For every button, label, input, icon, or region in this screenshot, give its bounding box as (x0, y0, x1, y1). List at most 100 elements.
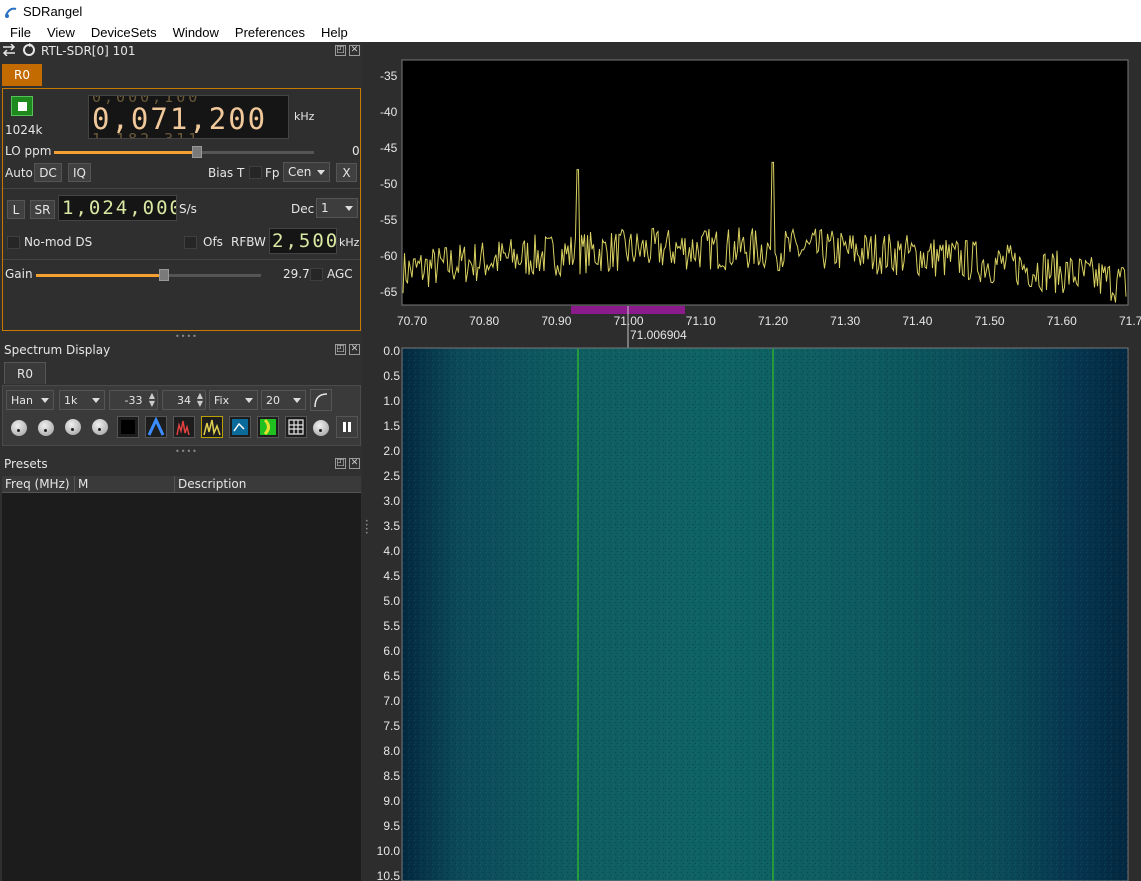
waterfall-noise (402, 348, 1128, 881)
rfbw-unit: kHz (339, 236, 360, 249)
close-icon[interactable]: ✕ (349, 458, 360, 469)
waterfall-toggle-icon[interactable] (229, 416, 251, 438)
x-tick-label: 70.70 (397, 314, 427, 328)
spectrum-y-axis: -35 -40 -45 -50 -55 -60 -65 (380, 69, 398, 299)
averaging-mode-select[interactable]: Fix (209, 390, 258, 410)
curve-icon[interactable] (310, 389, 332, 411)
column-header-description[interactable]: Description (175, 476, 361, 493)
offset-tuning-checkbox[interactable] (184, 236, 197, 249)
bias-t-checkbox[interactable] (249, 166, 262, 179)
splitter-handle[interactable]: •••• (175, 332, 198, 341)
grid-intensity-knob-icon[interactable] (313, 420, 329, 436)
dc-correction-button[interactable]: DC (34, 163, 62, 182)
transverter-button[interactable]: X (336, 163, 357, 182)
nomod-ds-checkbox[interactable] (7, 236, 20, 249)
sample-rate-value: 1,024,000 (62, 197, 177, 219)
center-frequency-dial[interactable]: 0,000,100 0,071,200 1,182,311 (88, 95, 289, 139)
fp-select-value: Cen (288, 165, 312, 179)
tab-spectrum-r0[interactable]: R0 (4, 362, 46, 384)
fft-window-select[interactable]: Han (6, 390, 54, 410)
waterfall-time-tick-label: 5.0 (383, 594, 400, 608)
menu-preferences[interactable]: Preferences (225, 25, 311, 40)
sample-rate-unit: S/s (179, 202, 197, 216)
y-tick-label: -55 (380, 213, 398, 227)
gain-slider-fill (36, 274, 165, 277)
agc-checkbox[interactable] (310, 268, 323, 281)
float-icon[interactable]: ◰ (335, 344, 346, 355)
sample-rate-mode-button[interactable]: SR (30, 200, 55, 219)
rfbw-value: 2,500 (272, 230, 337, 252)
presets-title: Presets (4, 457, 48, 471)
menu-view[interactable]: View (37, 25, 81, 40)
decimation-value: 1 (321, 201, 329, 215)
tab-device-r0[interactable]: R0 (2, 64, 42, 86)
waterfall-time-tick-label: 6.0 (383, 644, 400, 658)
spin-arrows-icon[interactable]: ▲ ▼ (197, 392, 203, 408)
close-icon[interactable]: ✕ (349, 45, 360, 56)
gain-slider-handle[interactable] (159, 269, 170, 281)
float-icon[interactable]: ◰ (335, 458, 346, 469)
menu-window[interactable]: Window (163, 25, 225, 40)
spectrum-display-dock-header: Spectrum Display ◰ ✕ (0, 341, 362, 359)
frequency-unit: kHz (294, 110, 315, 123)
lo-ppm-value: 0 (352, 144, 360, 158)
iq-correction-button[interactable]: IQ (68, 163, 91, 182)
lo-ppm-slider-handle[interactable] (192, 146, 202, 158)
x-tick-label: 71.00 (614, 314, 644, 328)
close-icon[interactable]: ✕ (349, 344, 360, 355)
device-name: RTL-SDR[0] 101 (41, 44, 136, 58)
max-hold-icon[interactable] (173, 416, 195, 438)
fps-select[interactable]: 20 (261, 390, 306, 410)
x-tick-label: 70.90 (541, 314, 571, 328)
float-icon[interactable]: ◰ (335, 45, 346, 56)
waterfall-time-tick-label: 1.0 (383, 394, 400, 408)
menu-file[interactable]: File (0, 25, 37, 40)
sample-rate-dial[interactable]: 1,024,000 (58, 195, 177, 221)
column-header-mode[interactable]: M (75, 476, 175, 493)
waterfall-y-axis: 0.0 0.5 1.0 1.5 2.0 2.5 3.0 3.5 4.0 4.5 5.0 5.5 6.0 6… (377, 344, 401, 881)
vertical-splitter[interactable]: • • • • (362, 42, 372, 881)
fp-select[interactable]: Cen (283, 162, 330, 182)
ref-level-value: -33 (124, 393, 143, 407)
fft-size-value: 1k (64, 393, 78, 407)
swap-icon[interactable] (2, 42, 16, 59)
column-header-freq[interactable]: Freq (MHz) (2, 476, 75, 493)
auto-label: Auto (5, 166, 33, 180)
waterfall-time-tick-label: 9.0 (383, 794, 400, 808)
fft-size-select[interactable]: 1k (59, 390, 105, 410)
clear-spectrum-icon[interactable] (117, 416, 139, 438)
current-spectrum-icon[interactable] (201, 416, 223, 438)
splitter-grip-icon: • • • • (365, 518, 369, 537)
decimation-select[interactable]: 1 (316, 198, 358, 218)
y-tick-label: -50 (380, 177, 398, 191)
menu-help[interactable]: Help (311, 25, 354, 40)
decay-knob-icon[interactable] (11, 420, 27, 436)
ref-level-spinbox[interactable]: -33 ▲ ▼ (109, 390, 158, 410)
spectrum-view: -35 -40 -45 -50 -55 -60 -65 70.70 70.80 70.90 71.… (372, 42, 1141, 881)
nomod-ds-label: No-mod DS (24, 235, 93, 249)
waterfall-time-tick-label: 5.5 (383, 619, 400, 633)
window-title: SDRangel (23, 4, 83, 19)
gamma-knob-icon[interactable] (92, 419, 108, 435)
decay-divisor-knob-icon[interactable] (38, 420, 54, 436)
x-tick-label: 71.10 (686, 314, 716, 328)
stroke-knob-icon[interactable] (65, 419, 81, 435)
range-spinbox[interactable]: 34 ▲ ▼ (162, 390, 206, 410)
waterfall-time-tick-label: 2.0 (383, 444, 400, 458)
average-spectrum-icon[interactable] (145, 416, 167, 438)
waterfall-time-tick-label: 10.5 (377, 869, 401, 881)
grid-icon[interactable] (285, 416, 307, 438)
lna-button[interactable]: L (7, 200, 25, 219)
menu-devicesets[interactable]: DeviceSets (81, 25, 163, 40)
stop-icon (17, 101, 27, 111)
reload-icon[interactable] (22, 42, 36, 60)
range-value: 34 (177, 393, 191, 407)
spin-arrows-icon[interactable]: ▲ ▼ (149, 392, 155, 408)
presets-table[interactable]: Freq (MHz) M Description (2, 476, 361, 881)
start-stop-button[interactable] (11, 96, 33, 116)
histogram-icon[interactable] (257, 416, 279, 438)
spectrum-canvas[interactable]: -35 -40 -45 -50 -55 -60 -65 70.70 70.80 70.90 71.… (372, 42, 1141, 881)
bias-t-label: Bias T (208, 166, 245, 180)
rfbw-dial[interactable]: 2,500 (269, 228, 337, 254)
freeze-button[interactable] (336, 416, 358, 438)
